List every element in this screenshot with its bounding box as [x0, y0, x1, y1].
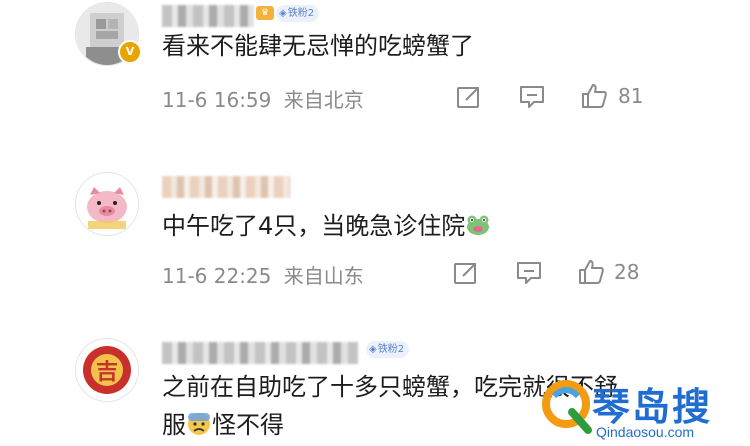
comment-icon	[517, 262, 541, 284]
repost-button[interactable]	[452, 260, 480, 286]
search-q-logo-icon	[542, 380, 592, 434]
worried-face-emoji-icon	[188, 413, 210, 435]
avatar[interactable]	[75, 172, 139, 236]
watermark-title: 琴岛搜	[592, 385, 713, 429]
comment-meta: 11-6 16:59 来自北京	[162, 84, 364, 113]
comment-button[interactable]	[518, 84, 546, 110]
comment-icon	[520, 86, 544, 108]
repost-icon	[457, 87, 479, 108]
like-count: 81	[618, 84, 644, 108]
repost-icon	[454, 263, 476, 284]
crown-icon: ♛	[256, 6, 274, 20]
like-button[interactable]	[577, 258, 605, 284]
username-blurred[interactable]	[162, 5, 254, 27]
comment-item: V ♛ ◈铁粉2 看来不能肆无忌惮的吃螃蟹了 11-6 16:59 来自北京 8…	[0, 0, 750, 130]
like-thumb-icon	[579, 260, 604, 284]
frog-emoji-icon	[467, 215, 490, 235]
avatar[interactable]: 吉	[75, 338, 139, 402]
like-count: 28	[614, 260, 640, 284]
fan-badge: ◈铁粉2	[276, 5, 320, 22]
comment-button[interactable]	[515, 260, 543, 286]
fan-badge: ◈铁粉2	[366, 341, 410, 358]
pink-pig-avatar-icon	[76, 173, 138, 235]
comment-item: 中午吃了4只，当晚急诊住院 11-6 22:25 来自山东 28	[0, 160, 750, 300]
comment-location: 来自北京	[283, 88, 364, 112]
comment-text: 中午吃了4只，当晚急诊住院	[162, 208, 491, 244]
fan-badge-icon: ◈	[279, 8, 287, 19]
watermark-logo: 琴岛搜 Qindaosou.com	[540, 372, 750, 446]
svg-text:吉: 吉	[96, 359, 118, 385]
comment-date: 11-6 16:59	[162, 88, 272, 112]
verified-v-icon: V	[118, 40, 142, 64]
fan-badge-icon: ◈	[369, 344, 377, 355]
comment-meta: 11-6 22:25 来自山东	[162, 260, 364, 289]
red-logo-avatar-icon: 吉	[76, 339, 138, 401]
comment-location: 来自山东	[283, 264, 364, 288]
like-button[interactable]	[580, 82, 608, 108]
comment-date: 11-6 22:25	[162, 264, 272, 288]
username-blurred[interactable]	[162, 342, 358, 364]
username-blurred[interactable]	[162, 176, 290, 198]
comment-text: 看来不能肆无忌惮的吃螃蟹了	[162, 32, 474, 60]
comment-text-body: 中午吃了4只，当晚急诊住院	[162, 212, 466, 240]
like-thumb-icon	[582, 84, 607, 108]
watermark-url: Qindaosou.com	[596, 424, 695, 440]
repost-button[interactable]	[455, 84, 483, 110]
